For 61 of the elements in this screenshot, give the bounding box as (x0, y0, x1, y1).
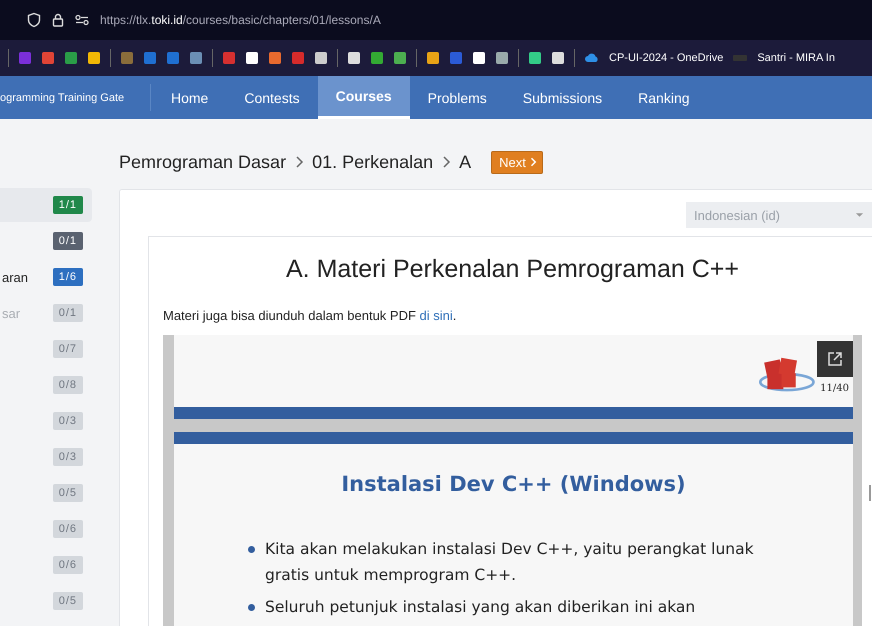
progress-badge: 0/8 (52, 376, 83, 394)
chapter-item[interactable]: 0/1 (0, 224, 92, 258)
breadcrumb-item[interactable]: Pemrograman Dasar (119, 152, 286, 172)
progress-badge: 0/6 (52, 556, 83, 574)
cloud-icon[interactable] (584, 53, 600, 63)
breadcrumb-item: A (459, 152, 472, 172)
nav-tab[interactable]: Problems (410, 76, 505, 119)
progress-badge: 0/7 (52, 340, 83, 358)
url-text[interactable]: https://tlx.toki.id/courses/basic/chapters/01/lessons/A (100, 13, 381, 27)
bookmark-link[interactable]: Santri - MIRA In (757, 52, 835, 64)
nav-tab[interactable]: Contests (226, 76, 318, 119)
progress-badge: 0/5 (52, 484, 83, 502)
chapter-item[interactable]: 1/1 (0, 188, 92, 222)
progress-badge: 0/3 (52, 448, 83, 466)
page-number: 11/40 (820, 383, 849, 394)
bookmark-icon[interactable] (314, 51, 328, 65)
bookmark-icon[interactable] (528, 51, 542, 65)
bullet-text: Kita akan melakukan instalasi Dev C++, yaitu perangkat lunak gratis untuk memprogram C++. (265, 539, 755, 586)
chapter-title: sar (1, 306, 20, 320)
next-button[interactable]: Next (491, 150, 543, 174)
bookmark-icon[interactable] (551, 51, 565, 65)
nav-tab[interactable]: Submissions (504, 76, 620, 119)
shield-icon (26, 12, 42, 28)
chevron-icon (441, 154, 452, 170)
chapter-item[interactable]: aran 1/6 (0, 260, 92, 294)
lesson-title: A. Materi Perkenalan Pemrograman C++ (285, 255, 740, 284)
progress-badge: 0/3 (52, 412, 83, 430)
slide-title: Instalasi Dev C++ (Windows) (340, 472, 687, 496)
pdf-link[interactable]: di sini (420, 308, 453, 323)
bullet-icon (248, 546, 255, 553)
lock-icon (50, 12, 66, 28)
bookmark-icon[interactable] (347, 51, 361, 65)
bullet-icon (248, 604, 255, 611)
bookmark-icon[interactable] (426, 51, 440, 65)
intro-text: Materi juga bisa diunduh dalam bentuk PDF di sini. (163, 308, 458, 323)
open-external-button[interactable] (817, 341, 853, 377)
progress-badge: 0/5 (52, 592, 83, 610)
permissions-icon (74, 12, 90, 28)
bookmark-icon[interactable] (245, 51, 259, 65)
progress-badge: 0/1 (52, 304, 83, 322)
bookmark-icon[interactable] (87, 51, 101, 65)
chevron-icon (528, 156, 537, 168)
bookmark-link[interactable]: CP-UI-2024 - OneDrive (609, 52, 724, 64)
bookmark-icon[interactable] (472, 51, 486, 65)
site-brand[interactable]: ogramming Training Gate (0, 84, 151, 111)
nav-tab[interactable]: Ranking (620, 76, 708, 119)
bookmark-icon[interactable] (393, 51, 407, 65)
bookmark-icon[interactable] (495, 51, 509, 65)
progress-badge: 1/1 (52, 196, 83, 214)
chapter-title: aran (1, 270, 28, 284)
progress-badge: 1/6 (52, 268, 83, 286)
scrollbar-thumb[interactable] (869, 485, 871, 501)
bullet-text: Seluruh petunjuk instalasi yang akan diberikan ini akan (265, 597, 696, 618)
nav-tab[interactable]: Courses (318, 76, 410, 119)
nav-tab[interactable]: Home (153, 76, 226, 119)
progress-badge: 0/6 (52, 520, 83, 538)
caret-icon (855, 212, 864, 218)
chevron-icon (294, 154, 304, 170)
progress-badge: 0/1 (52, 232, 83, 250)
breadcrumb-item[interactable]: 01. Perkenalan (312, 152, 434, 172)
external-link-icon (827, 351, 843, 367)
